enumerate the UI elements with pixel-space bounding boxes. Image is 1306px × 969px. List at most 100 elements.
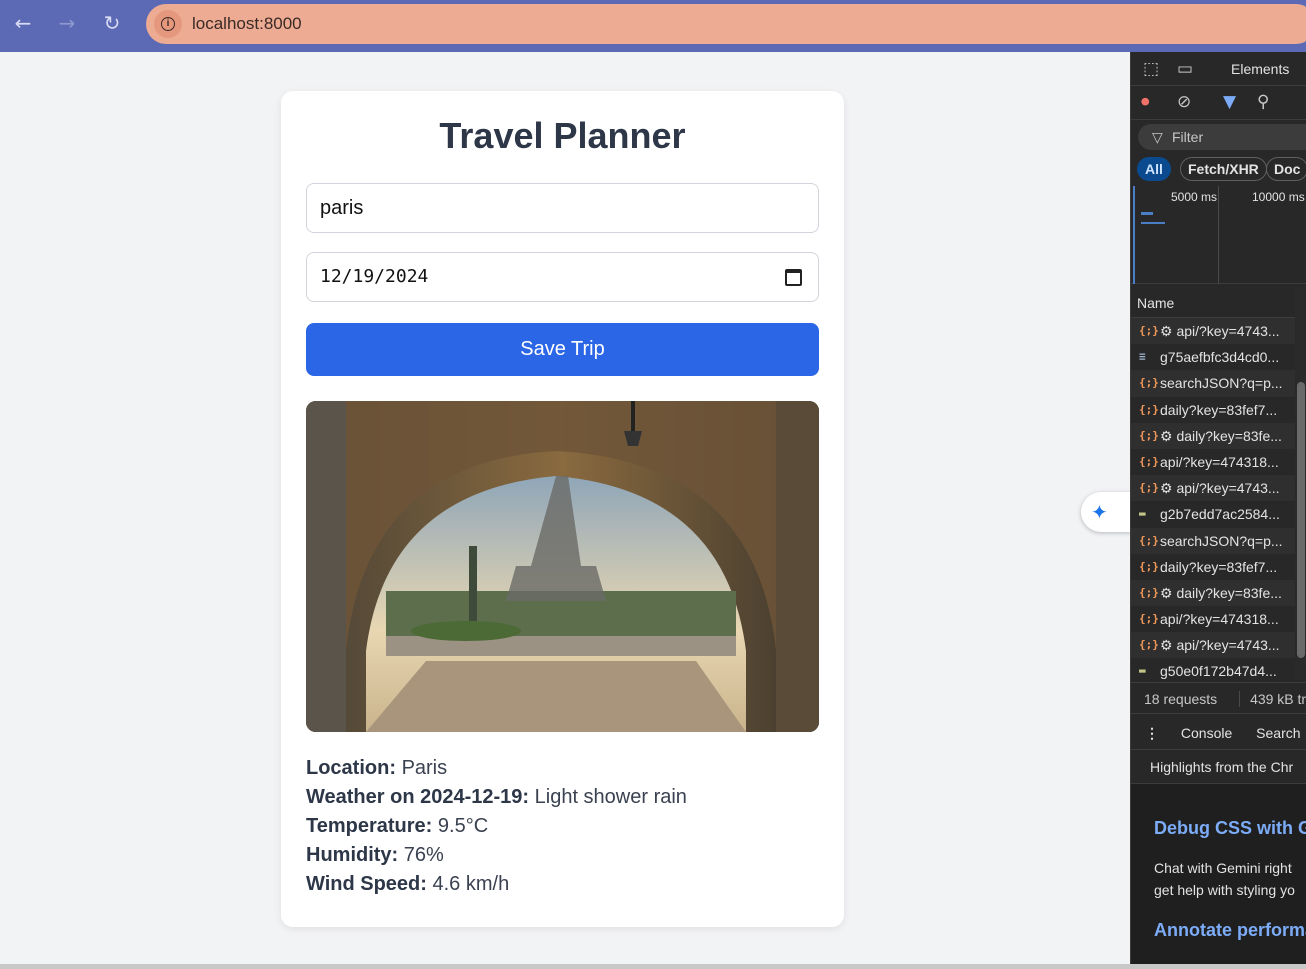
request-name: api/?key=474318... bbox=[1160, 611, 1279, 628]
promo-title-annotate[interactable]: Annotate performa bbox=[1154, 920, 1306, 941]
detail-temperature: Temperature: 9.5°C bbox=[306, 812, 819, 841]
request-row[interactable]: ▬ g50e0f172b47d4... bbox=[1131, 658, 1306, 684]
network-toolbar: ⏺ ⊘ ▼ ⚲ bbox=[1131, 86, 1306, 120]
destination-photo bbox=[306, 401, 819, 732]
image-icon: ▬ bbox=[1139, 664, 1146, 678]
request-row[interactable]: {;} ⚙ api/?key=4743... bbox=[1131, 632, 1306, 659]
device-toolbar-icon[interactable]: ▭ bbox=[1177, 59, 1193, 79]
document-icon: ≡ bbox=[1139, 350, 1146, 364]
fetch-icon: {;} bbox=[1139, 559, 1159, 573]
request-name: g50e0f172b47d4... bbox=[1160, 663, 1277, 680]
page-title: Travel Planner bbox=[439, 115, 686, 156]
travel-planner-card: Travel Planner paris 12/19/2024 Save Tri… bbox=[281, 91, 844, 927]
request-row[interactable]: ≡ g75aefbfc3d4cd0... bbox=[1131, 344, 1306, 370]
image-icon: ▬ bbox=[1139, 507, 1146, 521]
detail-value: Paris bbox=[401, 757, 448, 779]
fetch-icon: {;} bbox=[1139, 402, 1159, 416]
request-name: ⚙ api/?key=4743... bbox=[1160, 323, 1280, 339]
request-row[interactable]: {;} ⚙ daily?key=83fe... bbox=[1131, 422, 1306, 449]
request-row[interactable]: {;} ⚙ daily?key=83fe... bbox=[1131, 579, 1306, 607]
request-name: api/?key=474318... bbox=[1160, 453, 1279, 470]
page-viewport: Travel Planner paris 12/19/2024 Save Tri… bbox=[0, 52, 1130, 964]
chip-all[interactable]: All bbox=[1137, 157, 1171, 181]
network-summary: 18 requests 439 kB tra bbox=[1131, 682, 1306, 714]
devtools-tabbar: ⬚ ▭ Elements bbox=[1131, 52, 1306, 86]
request-row[interactable]: {;} ⚙ api/?key=4743... bbox=[1131, 475, 1306, 502]
chip-fetch-xhr[interactable]: Fetch/XHR bbox=[1180, 157, 1267, 181]
filter-placeholder: Filter bbox=[1172, 129, 1204, 145]
inspect-element-icon[interactable]: ⬚ bbox=[1143, 59, 1159, 79]
info-icon: i bbox=[161, 17, 175, 31]
tab-elements[interactable]: Elements bbox=[1231, 61, 1289, 77]
url-text[interactable]: localhost:8000 bbox=[192, 14, 302, 34]
record-icon[interactable]: ⏺ bbox=[1141, 92, 1150, 112]
detail-value: 4.6 km/h bbox=[432, 873, 510, 895]
promo-title-debug-css[interactable]: Debug CSS with Ge bbox=[1154, 818, 1306, 839]
clear-icon[interactable]: ⊘ bbox=[1177, 92, 1191, 112]
request-row[interactable]: {;} ⚙ api/?key=4743... bbox=[1131, 318, 1306, 345]
tab-console[interactable]: Console bbox=[1181, 725, 1232, 741]
request-name: ⚙ api/?key=4743... bbox=[1160, 637, 1280, 654]
fetch-icon: {;} bbox=[1139, 324, 1159, 337]
detail-label: Wind Speed: bbox=[306, 873, 427, 895]
detail-wind-speed: Wind Speed: 4.6 km/h bbox=[306, 870, 819, 899]
request-row[interactable]: {;} searchJSON?q=p... bbox=[1131, 527, 1306, 554]
timeline-label: 5000 ms bbox=[1171, 190, 1218, 204]
request-row[interactable]: ▬ g2b7edd7ac2584... bbox=[1131, 501, 1306, 527]
gemini-sparkle-icon[interactable]: ✦ bbox=[1081, 492, 1131, 532]
city-input[interactable]: paris bbox=[306, 183, 819, 233]
back-icon[interactable]: ← bbox=[10, 10, 36, 36]
detail-label: Temperature: bbox=[306, 815, 433, 837]
date-input[interactable]: 12/19/2024 bbox=[306, 252, 819, 302]
request-name: g75aefbfc3d4cd0... bbox=[1160, 349, 1280, 366]
fetch-icon: {;} bbox=[1139, 376, 1159, 390]
request-name: daily?key=83fef7... bbox=[1160, 558, 1278, 575]
address-bar[interactable]: i localhost:8000 bbox=[146, 4, 1306, 44]
timeline-bar bbox=[1141, 212, 1153, 215]
request-row[interactable]: {;} daily?key=83fef7... bbox=[1131, 397, 1306, 423]
search-icon[interactable]: ⚲ bbox=[1257, 92, 1269, 112]
filter-input[interactable]: ▽ Filter bbox=[1138, 124, 1306, 150]
chip-doc[interactable]: Doc bbox=[1266, 157, 1306, 181]
name-column-header[interactable]: Name bbox=[1131, 288, 1306, 318]
detail-label: Location: bbox=[306, 757, 396, 779]
calendar-icon[interactable] bbox=[785, 269, 802, 286]
fetch-icon: {;} bbox=[1139, 612, 1159, 626]
request-name: ⚙ daily?key=83fe... bbox=[1160, 584, 1282, 601]
timeline-label: 10000 ms bbox=[1252, 190, 1305, 204]
detail-value: 76% bbox=[403, 844, 444, 866]
scroll-thumb[interactable] bbox=[1297, 382, 1305, 658]
trip-details: Location: Paris Weather on 2024-12-19: L… bbox=[306, 754, 819, 899]
timeline-gridline bbox=[1218, 186, 1219, 284]
request-name: searchJSON?q=p... bbox=[1160, 375, 1283, 392]
detail-humidity: Humidity: 76% bbox=[306, 841, 819, 870]
tab-search[interactable]: Search bbox=[1256, 725, 1300, 741]
reload-icon[interactable]: ↻ bbox=[99, 10, 125, 36]
transfer-size: 439 kB tra bbox=[1239, 691, 1306, 707]
paris-arch-image bbox=[306, 401, 819, 732]
more-icon[interactable]: ⋮ bbox=[1145, 725, 1159, 741]
request-row[interactable]: {;} searchJSON?q=p... bbox=[1131, 370, 1306, 397]
promo-text: Chat with Gemini right bbox=[1154, 860, 1292, 876]
drawer-tabbar: ⋮ Console Search bbox=[1131, 716, 1306, 750]
detail-value: 9.5°C bbox=[437, 815, 489, 837]
fetch-icon: {;} bbox=[1139, 638, 1159, 652]
detail-weather: Weather on 2024-12-19: Light shower rain bbox=[306, 783, 819, 812]
browser-toolbar: ← → ↻ i localhost:8000 bbox=[0, 0, 1306, 52]
request-name: searchJSON?q=p... bbox=[1160, 532, 1283, 549]
bottom-edge bbox=[0, 964, 1306, 969]
request-scrollbar[interactable] bbox=[1295, 288, 1306, 680]
site-info-button[interactable]: i bbox=[154, 10, 182, 38]
forward-icon[interactable]: → bbox=[54, 10, 80, 36]
filter-icon[interactable]: ▼ bbox=[1223, 92, 1236, 112]
timeline-cursor bbox=[1133, 186, 1135, 284]
network-overview[interactable]: 5000 ms 10000 ms bbox=[1131, 186, 1306, 284]
request-row[interactable]: {;} api/?key=474318... bbox=[1131, 606, 1306, 632]
timeline-bar bbox=[1141, 222, 1165, 224]
request-row[interactable]: {;} daily?key=83fef7... bbox=[1131, 554, 1306, 580]
request-name: daily?key=83fef7... bbox=[1160, 401, 1278, 418]
detail-label: Humidity: bbox=[306, 844, 399, 866]
save-trip-button[interactable]: Save Trip bbox=[306, 323, 819, 376]
request-row[interactable]: {;} api/?key=474318... bbox=[1131, 449, 1306, 475]
detail-value: Light shower rain bbox=[534, 786, 687, 808]
